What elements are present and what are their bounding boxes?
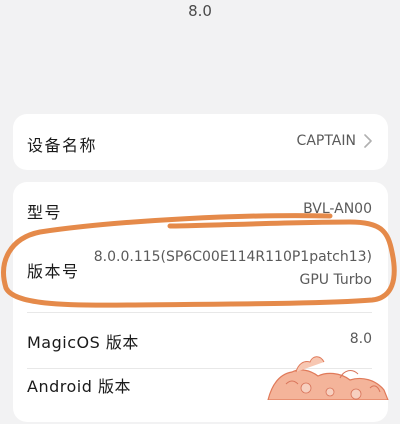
device-info-card: 型号 BVL-AN00 版本号 8.0.0.115(SP6C00E114R110… [13,182,388,422]
device-name-card[interactable]: 设备名称 CAPTAIN [13,114,388,170]
device-name-label: 设备名称 [27,136,98,155]
build-number-row[interactable]: 版本号 8.0.0.115(SP6C00E114R110P1patch13) G… [13,232,388,312]
build-number-value-line2: GPU Turbo [299,272,373,288]
model-value: BVL-AN00 [303,201,372,217]
android-version-label: Android 版本 [27,377,131,396]
chevron-right-icon [364,134,372,148]
top-version-text: 8.0 [188,2,212,20]
magicos-version-value: 8.0 [349,331,372,347]
magicos-version-row: MagicOS 版本 8.0 [13,312,388,368]
build-number-label: 版本号 [27,262,80,281]
device-name-value: CAPTAIN [296,133,356,149]
model-row: 型号 BVL-AN00 [13,182,388,232]
magicos-version-label: MagicOS 版本 [27,333,139,352]
model-label: 型号 [27,203,63,222]
build-number-value-line1: 8.0.0.115(SP6C00E114R110P1patch13) [93,249,372,265]
android-version-row: Android 版本 [13,368,388,424]
